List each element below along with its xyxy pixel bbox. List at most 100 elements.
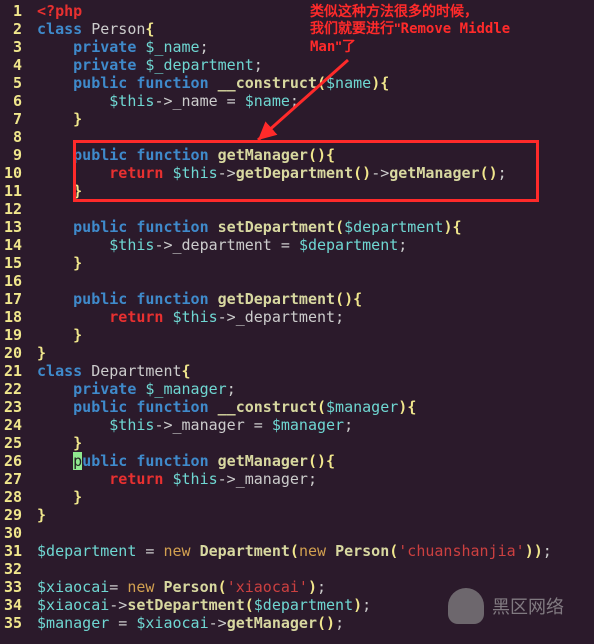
- line-number: 19: [0, 326, 22, 344]
- brace-close: }: [37, 506, 46, 524]
- arrow-op: ->: [154, 236, 172, 254]
- line-number: 16: [0, 272, 22, 290]
- token-function: function: [136, 398, 208, 416]
- token-function: function: [136, 290, 208, 308]
- call-setdepartment: setDepartment: [127, 596, 244, 614]
- paren-close: ): [353, 596, 362, 614]
- line-number: 10: [0, 164, 22, 182]
- line-number: 5: [0, 74, 22, 92]
- cursor-caret: p: [73, 452, 82, 470]
- this: $this: [109, 236, 154, 254]
- assign: =: [218, 92, 245, 110]
- line-number: 26: [0, 452, 22, 470]
- member-department: _department: [236, 308, 335, 326]
- token-public: public: [73, 398, 127, 416]
- token-php-open: <?php: [37, 2, 82, 20]
- string-chuanshanjia: 'chuanshanjia': [398, 542, 524, 560]
- line-number: 32: [0, 560, 22, 578]
- method-getdepartment: getDepartment: [218, 290, 335, 308]
- method-getmanager: getManager: [218, 452, 308, 470]
- brace-open: {: [407, 398, 416, 416]
- semi: ;: [200, 38, 209, 56]
- semi: ;: [335, 308, 344, 326]
- annotation-line2-en: Remove Middle: [401, 21, 511, 37]
- var-xiaocai: $xiaocai: [136, 614, 208, 632]
- line-number: 6: [0, 92, 22, 110]
- paren-close: ): [534, 542, 543, 560]
- param-department: $department: [344, 218, 443, 236]
- semi: ;: [398, 236, 407, 254]
- line-number: 30: [0, 524, 22, 542]
- arrow-op: ->: [154, 416, 172, 434]
- line-number: 18: [0, 308, 22, 326]
- watermark: 黑区网络: [448, 588, 564, 624]
- paren-open: (: [335, 218, 344, 236]
- arrow-op: ->: [218, 308, 236, 326]
- token-private: private: [73, 56, 136, 74]
- var-xiaocai: $xiaocai: [37, 596, 109, 614]
- token-function: function: [136, 74, 208, 92]
- line-number: 1: [0, 2, 22, 20]
- token-class: class: [37, 362, 82, 380]
- line-number: 13: [0, 218, 22, 236]
- semi: ;: [335, 614, 344, 632]
- this: $this: [109, 92, 154, 110]
- watermark-text: 黑区网络: [492, 593, 564, 619]
- line-number: 27: [0, 470, 22, 488]
- paren-open: (: [317, 398, 326, 416]
- line-number: 21: [0, 362, 22, 380]
- token-new: new: [127, 578, 154, 596]
- line-number: 31: [0, 542, 22, 560]
- annotation-line3-suffix: "了: [335, 38, 356, 54]
- line-number: 24: [0, 416, 22, 434]
- brace-open: {: [452, 218, 461, 236]
- paren-close: ): [326, 614, 335, 632]
- paren-close: ): [308, 578, 317, 596]
- semi: ;: [308, 470, 317, 488]
- code-area[interactable]: 类似这种方法很多的时候， 我们就要进行"Remove Middle Man"了 …: [28, 0, 594, 644]
- semi: ;: [543, 542, 552, 560]
- eq: =: [109, 578, 118, 596]
- line-number: 29: [0, 506, 22, 524]
- token-public: public: [73, 290, 127, 308]
- string-xiaocai: 'xiaocai': [227, 578, 308, 596]
- line-number: 8: [0, 128, 22, 146]
- paren-close: ): [371, 74, 380, 92]
- highlight-box: [73, 140, 539, 202]
- member-manager: _manager: [173, 416, 245, 434]
- mushroom-icon: [448, 588, 484, 624]
- line-number: 22: [0, 380, 22, 398]
- annotation-line2-prefix: 我们就要进行": [310, 20, 401, 36]
- token-new: new: [163, 542, 190, 560]
- var-xiaocai: $xiaocai: [37, 578, 109, 596]
- paren-open: (: [218, 578, 227, 596]
- line-number: 11: [0, 182, 22, 200]
- line-number: 4: [0, 56, 22, 74]
- brace-open: {: [182, 362, 191, 380]
- brace-close: }: [73, 326, 82, 344]
- token-function: function: [136, 218, 208, 236]
- line-number: 7: [0, 110, 22, 128]
- member-department: _department: [173, 236, 272, 254]
- brace-open: {: [380, 74, 389, 92]
- token-return: return: [109, 308, 163, 326]
- line-number: 3: [0, 38, 22, 56]
- token-private: private: [73, 380, 136, 398]
- prop-name: $_name: [145, 38, 199, 56]
- paren-open: (: [335, 290, 344, 308]
- line-number: 35: [0, 614, 22, 632]
- paren-close: ): [344, 290, 353, 308]
- arrow-op: ->: [109, 596, 127, 614]
- semi: ;: [344, 416, 353, 434]
- assign: =: [136, 542, 163, 560]
- token-public: public: [73, 74, 127, 92]
- semi: ;: [227, 380, 236, 398]
- ctor-person: Person: [163, 578, 217, 596]
- token-function: function: [136, 452, 208, 470]
- paren-open: (: [245, 596, 254, 614]
- line-number: 20: [0, 344, 22, 362]
- assign: =: [245, 416, 272, 434]
- token-public-rest: ublic: [82, 452, 127, 470]
- brace-open: {: [353, 290, 362, 308]
- brace-open: {: [326, 452, 335, 470]
